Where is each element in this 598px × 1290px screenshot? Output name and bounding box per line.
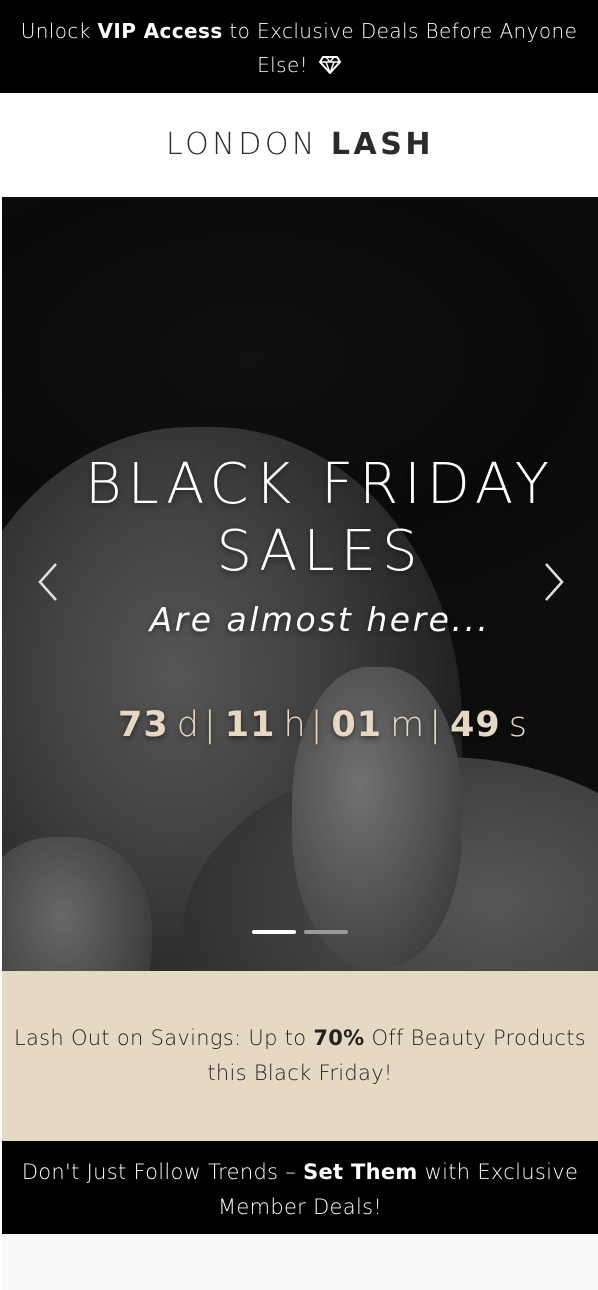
- member-highlight: Set Them: [303, 1160, 418, 1184]
- logo-light-text: LONDON: [166, 127, 331, 162]
- slide-indicator-2[interactable]: [304, 930, 348, 934]
- diamond-icon: [318, 56, 341, 74]
- site-header: LONDON LASH: [2, 93, 598, 197]
- logo-bold-text: LASH: [330, 127, 434, 162]
- countdown-seconds-unit: s: [508, 705, 529, 745]
- announcement-bar[interactable]: Unlock VIP Access to Exclusive Deals Bef…: [0, 0, 598, 93]
- countdown-hours-unit: h: [283, 705, 307, 745]
- hero-title-line1: BLACK FRIDAY: [84, 452, 556, 517]
- promo-banner: Lash Out on Savings: Up to 70% Off Beaut…: [2, 971, 598, 1141]
- countdown-minutes-unit: m: [390, 705, 426, 745]
- member-banner[interactable]: Don't Just Follow Trends – Set Them with…: [2, 1141, 598, 1234]
- announcement-highlight: VIP Access: [97, 19, 223, 43]
- countdown-hours: 11: [224, 705, 276, 745]
- countdown-separator: |: [203, 705, 217, 745]
- hero-slider[interactable]: BLACK FRIDAY SALES Are almost here... 73…: [2, 197, 598, 971]
- countdown-separator: |: [310, 705, 324, 745]
- countdown-seconds: 49: [450, 705, 501, 745]
- countdown-minutes: 01: [331, 705, 383, 745]
- member-prefix: Don't Just Follow Trends –: [21, 1160, 304, 1184]
- hero-title-line2: SALES: [216, 519, 424, 584]
- announcement-suffix: to Exclusive Deals Before Anyone Else!: [222, 19, 578, 77]
- countdown-days-unit: d: [176, 705, 200, 745]
- page: Unlock VIP Access to Exclusive Deals Bef…: [0, 0, 598, 1290]
- announcement-prefix: Unlock: [20, 19, 98, 43]
- brand-logo[interactable]: LONDON LASH: [2, 127, 598, 162]
- countdown-days: 73: [117, 705, 169, 745]
- countdown-separator: |: [429, 705, 443, 745]
- slide-indicator-1[interactable]: [252, 930, 296, 934]
- countdown-timer: 73 d | 11 h | 01 m | 49 s: [2, 705, 598, 745]
- hero-subtitle: Are almost here...: [149, 600, 491, 639]
- promo-highlight: 70%: [313, 1026, 365, 1050]
- next-section: [2, 1234, 598, 1290]
- promo-prefix: Lash Out on Savings: Up to: [13, 1026, 314, 1050]
